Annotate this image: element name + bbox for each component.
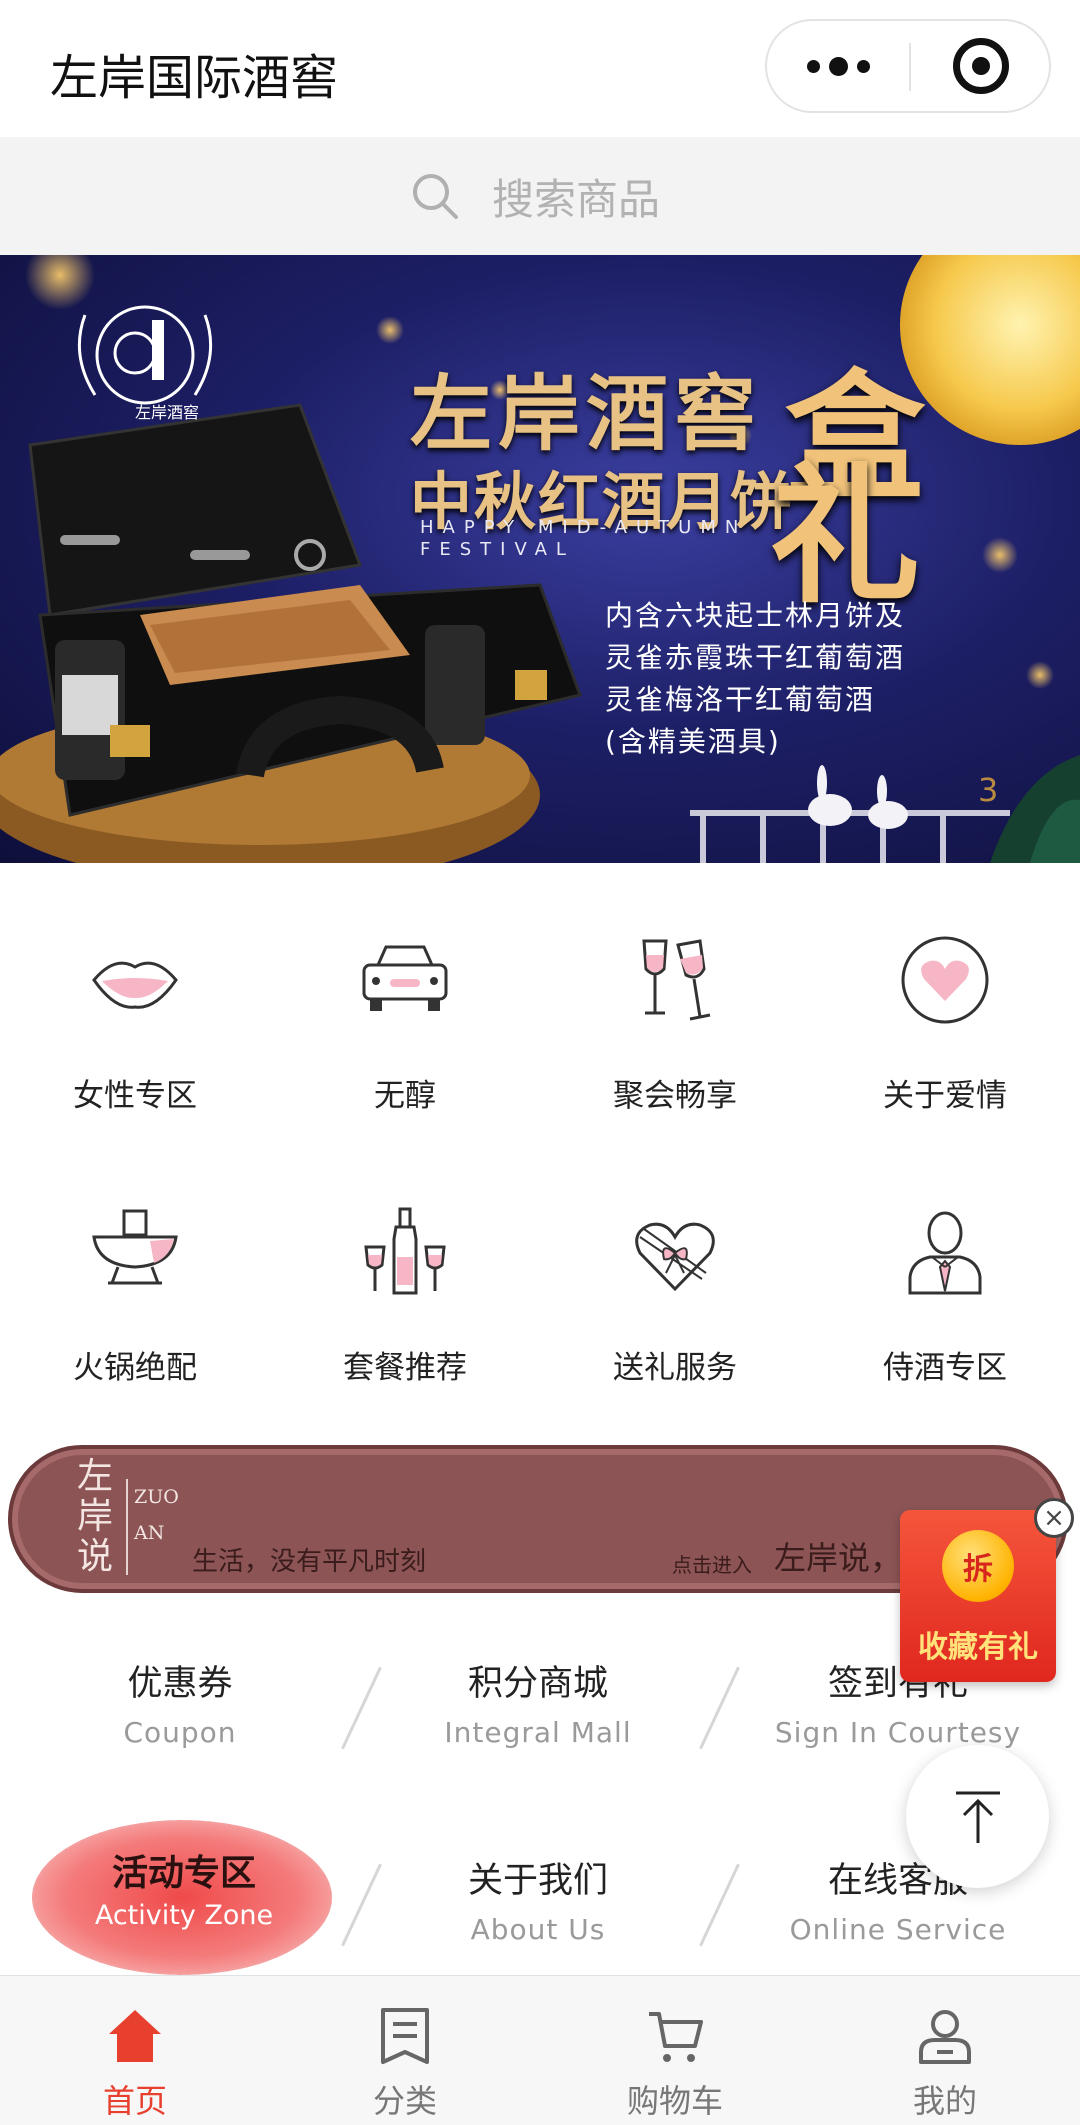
- close-mini-program-button[interactable]: [911, 21, 1051, 111]
- more-menu-button[interactable]: [767, 21, 909, 111]
- banner-english-text: HAPPY MID-AUTUMN FESTIVAL: [420, 517, 748, 560]
- target-icon: [953, 38, 1009, 94]
- tab-label: 首页: [102, 2082, 167, 2120]
- collect-gift-label: 收藏有礼: [918, 1630, 1038, 1665]
- category-label: 套餐推荐: [343, 1350, 467, 1386]
- category-non-alcoholic[interactable]: 无醇: [270, 935, 540, 1155]
- zuoan-enter-title: 左岸说，: [774, 1539, 903, 1577]
- category-hotpot[interactable]: 火锅绝配: [0, 1207, 270, 1427]
- back-to-top-button[interactable]: [906, 1745, 1049, 1888]
- car-icon: [362, 945, 448, 1011]
- category-love[interactable]: 关于爱情: [810, 935, 1080, 1155]
- banner-page-indicator: 3: [978, 771, 999, 809]
- search-bar[interactable]: 搜索商品: [0, 137, 1080, 255]
- activity-zone-button[interactable]: 活动专区 Activity Zone: [32, 1820, 332, 1975]
- search-placeholder: 搜索商品: [492, 174, 661, 224]
- user-icon: [919, 2010, 971, 2064]
- banner-desc-line: 灵雀梅洛干红葡萄酒: [605, 683, 876, 716]
- promo-banner[interactable]: 左岸酒窖 左岸酒窖 中秋红酒月饼 盒 礼 HAPPY MID-AUTUMN FE…: [0, 255, 1080, 863]
- category-label: 无醇: [374, 1078, 436, 1114]
- category-label: 聚会畅享: [613, 1078, 737, 1114]
- category-sommelier[interactable]: 侍酒专区: [810, 1207, 1080, 1427]
- dot-icon: [806, 59, 820, 73]
- divider-slash: [341, 1666, 382, 1750]
- app-title: 左岸国际酒窖: [50, 50, 339, 106]
- activity-zone-label-en: Activity Zone: [94, 1900, 274, 1931]
- wine-set-icon: [364, 1207, 446, 1295]
- cart-icon: [649, 2012, 703, 2062]
- zuoan-logo-text: 左岸说: [77, 1456, 114, 1577]
- divider-slash: [341, 1863, 382, 1947]
- tab-label: 分类: [372, 2082, 437, 2120]
- about-us-label-en: About Us: [470, 1913, 606, 1946]
- category-women[interactable]: 女性专区: [0, 935, 270, 1155]
- category-label: 关于爱情: [883, 1078, 1007, 1114]
- banner-desc-line: 灵雀赤霞珠干红葡萄酒: [605, 641, 906, 674]
- dot-icon: [856, 59, 870, 73]
- zuoan-divider: [126, 1479, 128, 1575]
- category-icon: [381, 2008, 429, 2064]
- integral-mall-label: 积分商城: [467, 1664, 608, 1704]
- sommelier-icon: [908, 1211, 982, 1295]
- home-icon: [109, 2010, 161, 2062]
- tab-label: 购物车: [626, 2082, 723, 2120]
- banner-brand-name: 左岸酒窖: [134, 403, 199, 422]
- coupon-label-en: Coupon: [123, 1716, 237, 1749]
- tab-label: 我的: [912, 2082, 977, 2120]
- category-label: 女性专区: [73, 1078, 197, 1114]
- coupon-label: 优惠券: [127, 1664, 233, 1704]
- tab-home[interactable]: 首页: [0, 1976, 270, 2125]
- bottom-tab-bar: 首页 分类 购物车 我的: [0, 1975, 1080, 2125]
- category-party[interactable]: 聚会畅享: [540, 935, 810, 1155]
- category-label: 送礼服务: [613, 1350, 737, 1386]
- category-label: 火锅绝配: [73, 1350, 197, 1386]
- wine-glasses-icon: [642, 939, 711, 1021]
- category-package[interactable]: 套餐推荐: [270, 1207, 540, 1427]
- tab-cart[interactable]: 购物车: [540, 1976, 810, 2125]
- heart-icon: [901, 936, 989, 1024]
- category-label: 侍酒专区: [883, 1350, 1007, 1386]
- gift-heart-icon: [635, 1222, 715, 1292]
- mini-program-capsule: [765, 19, 1051, 113]
- lips-icon: [92, 961, 178, 1009]
- tab-category[interactable]: 分类: [270, 1976, 540, 2125]
- integral-mall-label-en: Integral Mall: [444, 1716, 632, 1749]
- collect-gift-promo[interactable]: 拆 收藏有礼: [900, 1510, 1056, 1682]
- coupon-link[interactable]: 优惠券 Coupon: [20, 1655, 340, 1749]
- search-icon: [413, 174, 458, 219]
- banner-description: 内含六块起士林月饼及 灵雀赤霞珠干红葡萄酒 灵雀梅洛干红葡萄酒 (含精美酒具): [605, 595, 905, 763]
- divider-slash: [699, 1863, 740, 1947]
- activity-zone-label: 活动专区: [111, 1853, 256, 1894]
- top-navigation-bar: 左岸国际酒窖: [0, 0, 1080, 137]
- banner-desc-line: (含精美酒具): [605, 725, 781, 758]
- tab-mine[interactable]: 我的: [810, 1976, 1080, 2125]
- dot-icon: [828, 56, 848, 76]
- zuoan-slogan: 生活，没有平凡时刻: [192, 1547, 427, 1577]
- zuoan-enter-hint: 点击进入: [672, 1553, 752, 1577]
- arrow-up-icon: [955, 1791, 1000, 1843]
- promo-close-button[interactable]: ×: [1034, 1498, 1074, 1538]
- hotpot-icon: [92, 1209, 178, 1285]
- online-service-label-en: Online Service: [789, 1913, 1007, 1946]
- zuoan-english-logo: ZUO AN: [134, 1479, 179, 1551]
- zuoan-en-line: AN: [134, 1522, 165, 1544]
- about-us-link[interactable]: 关于我们 About Us: [378, 1852, 698, 1946]
- category-gift-service[interactable]: 送礼服务: [540, 1207, 810, 1427]
- integral-mall-link[interactable]: 积分商城 Integral Mall: [378, 1655, 698, 1749]
- divider-slash: [699, 1666, 740, 1750]
- about-us-label: 关于我们: [467, 1861, 608, 1901]
- zuoan-en-line: ZUO: [134, 1486, 179, 1508]
- banner-title: 左岸酒窖: [410, 366, 763, 462]
- sign-in-label-en: Sign In Courtesy: [774, 1716, 1022, 1749]
- banner-desc-line: 内含六块起士林月饼及: [605, 599, 906, 632]
- open-coin-icon: 拆: [942, 1530, 1014, 1602]
